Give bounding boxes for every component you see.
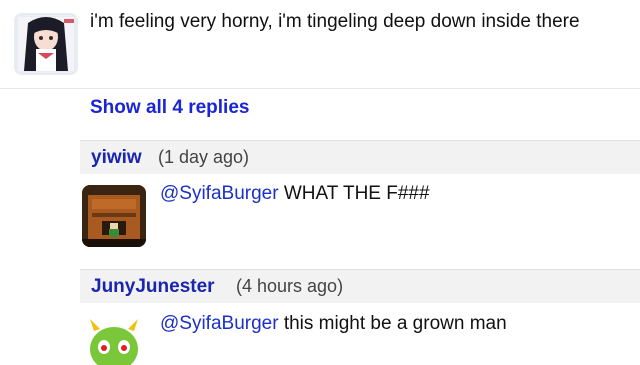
divider <box>0 88 640 89</box>
reply-body: WHAT THE F### <box>278 183 430 204</box>
avatar[interactable] <box>82 315 146 365</box>
avatar[interactable] <box>14 13 78 75</box>
mention-link[interactable]: @SyifaBurger <box>160 183 279 204</box>
avatar[interactable] <box>82 185 146 247</box>
mention-link[interactable]: @SyifaBurger <box>160 313 279 334</box>
anime-girl-avatar-icon <box>14 13 78 75</box>
reply-username[interactable]: JunyJunester <box>91 276 215 298</box>
game-scene-avatar-icon <box>82 185 146 247</box>
reply-username[interactable]: yiwiw <box>91 147 142 169</box>
reply-header: JunyJunester (4 hours ago) <box>80 269 640 303</box>
reply-timestamp: (4 hours ago) <box>236 276 344 296</box>
show-all-replies-link[interactable]: Show all 4 replies <box>90 97 249 119</box>
reply-body: this might be a grown man <box>278 313 507 334</box>
comment-text: i'm feeling very horny, i'm tingeling de… <box>90 11 580 32</box>
reply-timestamp: (1 day ago) <box>158 147 250 167</box>
reply-text: @SyifaBurger this might be a grown man <box>160 313 507 335</box>
green-creature-avatar-icon <box>82 315 146 365</box>
reply-text: @SyifaBurger WHAT THE F### <box>160 183 430 205</box>
reply-header: yiwiw (1 day ago) <box>80 140 640 174</box>
